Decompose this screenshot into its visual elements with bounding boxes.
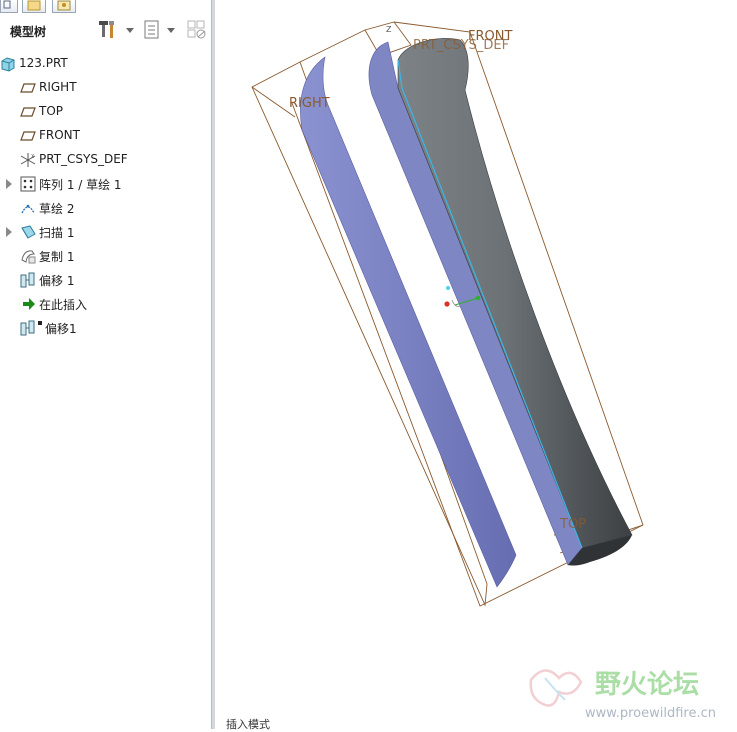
datum-plane-icon bbox=[20, 131, 36, 141]
csys-icon: X bbox=[20, 153, 36, 167]
tab-folder-browser[interactable] bbox=[22, 0, 46, 13]
tree-item-label: FRONT bbox=[39, 128, 80, 142]
tree-item-label: RIGHT bbox=[39, 80, 77, 94]
favorites-icon bbox=[57, 0, 71, 11]
copy-icon bbox=[21, 250, 36, 264]
tree-item-csys[interactable]: X PRT_CSYS_DEF bbox=[0, 148, 211, 172]
filter-button[interactable] bbox=[186, 19, 208, 41]
tab-favorites[interactable] bbox=[52, 0, 76, 13]
show-button[interactable] bbox=[142, 19, 162, 41]
sweep-icon bbox=[21, 225, 36, 239]
settings-dropdown-chevron-icon[interactable] bbox=[126, 28, 134, 33]
tree-item-label: 草绘 2 bbox=[39, 202, 75, 216]
butterfly-logo-icon bbox=[529, 669, 583, 707]
tools-hammer-icon bbox=[99, 21, 114, 38]
model-tree-panel: 模型树 123.PRT RIGHT TOP FRONT X PRT_CSYS_D… bbox=[0, 14, 211, 729]
folder-icon bbox=[27, 0, 41, 11]
datum-label-right[interactable]: RIGHT bbox=[289, 96, 330, 111]
graphics-viewport[interactable]: RIGHT FRONT PRT_CSYS_DEF TOP Z bbox=[215, 0, 737, 729]
tree-item-sketch[interactable]: 草绘 2 bbox=[0, 196, 211, 220]
model-tree-title: 模型树 bbox=[10, 25, 47, 39]
datum-label-top[interactable]: TOP bbox=[559, 517, 586, 532]
sketch-icon bbox=[21, 204, 35, 214]
expand-arrow-icon[interactable] bbox=[6, 227, 12, 237]
tree-item-sweep[interactable]: 扫描 1 bbox=[0, 220, 211, 244]
tree-item-label: 在此插入 bbox=[39, 298, 88, 312]
status-mode-text: 插入模式 bbox=[226, 718, 270, 731]
tree-item-label: 复制 1 bbox=[39, 250, 75, 264]
tree-item-label: 扫描 1 bbox=[39, 226, 75, 240]
tree-item-label: 偏移 1 bbox=[39, 274, 75, 288]
tree-item-pattern[interactable]: 阵列 1 / 草绘 1 bbox=[0, 172, 211, 196]
tab-model-tree[interactable] bbox=[0, 0, 18, 13]
part-icon bbox=[1, 57, 15, 72]
tree-item-label: 123.PRT bbox=[19, 56, 68, 70]
pattern-icon bbox=[20, 176, 36, 192]
navigator-tabs bbox=[0, 0, 214, 14]
axis-label-z: Z bbox=[386, 25, 392, 34]
model-tree-icon bbox=[3, 0, 11, 9]
filter-icon bbox=[187, 20, 206, 39]
tree-item-front[interactable]: FRONT bbox=[0, 124, 211, 148]
offset-icon bbox=[20, 272, 35, 288]
tree-item-insert-here[interactable]: 在此插入 bbox=[0, 292, 211, 316]
tree-item-top[interactable]: TOP bbox=[0, 100, 211, 124]
expand-arrow-icon[interactable] bbox=[6, 179, 12, 189]
datum-plane-icon bbox=[20, 83, 36, 93]
show-dropdown-chevron-icon[interactable] bbox=[167, 28, 175, 33]
watermark-url: www.proewildfire.cn bbox=[585, 706, 716, 720]
forum-watermark: 野火论坛 www.proewildfire.cn bbox=[525, 660, 737, 721]
offset-icon bbox=[20, 320, 35, 336]
tree-item-right[interactable]: RIGHT bbox=[0, 76, 211, 100]
datum-plane-icon bbox=[20, 107, 36, 117]
tree-item-label: 偏移1 bbox=[45, 322, 77, 336]
tree-item-copy[interactable]: 复制 1 bbox=[0, 244, 211, 268]
datum-label-csys[interactable]: PRT_CSYS_DEF bbox=[413, 38, 509, 53]
insert-here-arrow-icon bbox=[23, 298, 35, 310]
tree-item-offset-new[interactable]: 偏移1 bbox=[0, 316, 211, 340]
tree-item-label: 阵列 1 / 草绘 1 bbox=[39, 178, 122, 192]
model-canvas[interactable]: RIGHT FRONT PRT_CSYS_DEF TOP Z bbox=[215, 0, 737, 729]
watermark-title: 野火论坛 bbox=[595, 670, 699, 700]
new-feature-marker bbox=[38, 321, 42, 325]
tree-item-label: TOP bbox=[39, 104, 64, 118]
svg-text:X: X bbox=[31, 154, 35, 160]
list-icon bbox=[144, 20, 159, 39]
tree-item-label: PRT_CSYS_DEF bbox=[39, 152, 128, 166]
watermark-logo: 野火论坛 www.proewildfire.cn bbox=[529, 669, 716, 721]
tree-item-part[interactable]: 123.PRT bbox=[0, 52, 211, 76]
model-tree: 123.PRT RIGHT TOP FRONT X PRT_CSYS_DEF 阵… bbox=[0, 52, 211, 340]
settings-button[interactable] bbox=[98, 19, 122, 41]
tree-item-offset[interactable]: 偏移 1 bbox=[0, 268, 211, 292]
sweep-solid-body[interactable] bbox=[397, 38, 633, 549]
model-tree-header: 模型树 bbox=[0, 14, 211, 48]
